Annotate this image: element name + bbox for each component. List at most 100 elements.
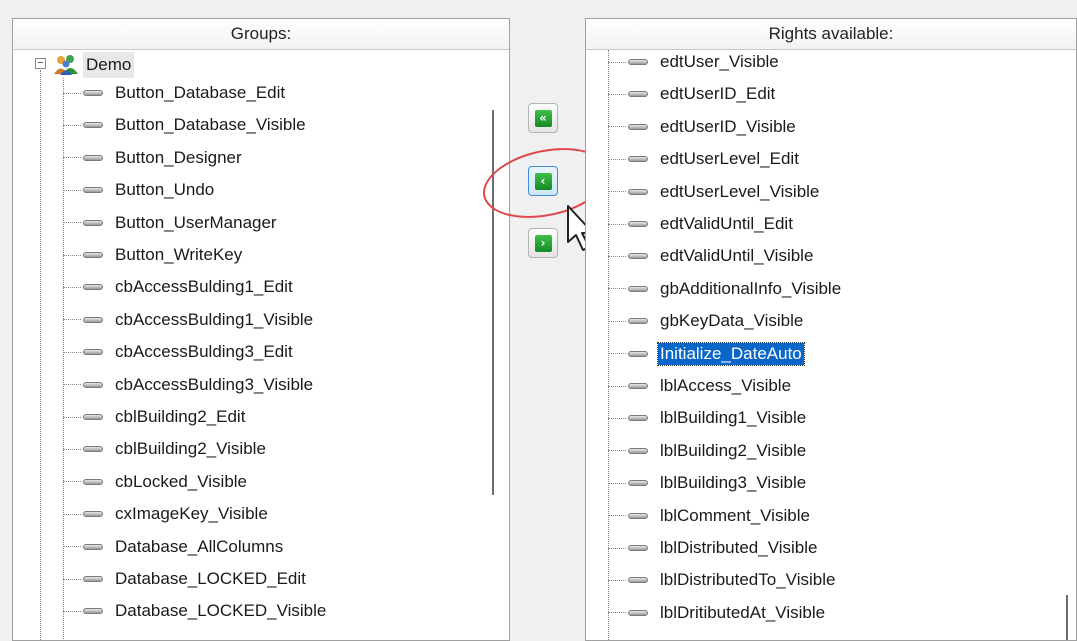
right-item-icon: [628, 221, 648, 227]
tree-connector: [608, 417, 626, 419]
groups-tree[interactable]: − Demo Button_Database_Edit Button_Databa…: [13, 50, 509, 640]
tree-item[interactable]: edtUser_Visible: [608, 50, 781, 78]
tree-connector: [608, 191, 626, 193]
tree-item[interactable]: Button_Designer: [63, 142, 244, 174]
move-right-button[interactable]: ›: [528, 228, 558, 258]
tree-item[interactable]: Database_LOCKED_Visible: [63, 595, 328, 627]
groups-header-label: Groups:: [230, 24, 292, 43]
tree-item[interactable]: cbAccessBulding3_Visible: [63, 369, 315, 401]
tree-item[interactable]: cblBuilding2_Visible: [63, 433, 268, 465]
tree-item[interactable]: edtUserID_Edit: [608, 78, 777, 110]
tree-item[interactable]: lblBuilding1_Visible: [608, 402, 808, 434]
tree-item[interactable]: lblDritibutedAt_Visible: [608, 597, 827, 629]
rights-scrollbar-thumb[interactable]: [1066, 595, 1068, 640]
rights-scrollbar[interactable]: [1058, 50, 1076, 640]
tree-item[interactable]: cbAccessBulding3_Edit: [63, 336, 295, 368]
tree-item[interactable]: Database_AllColumns: [63, 531, 285, 563]
tree-item-label: gbKeyData_Visible: [660, 311, 804, 331]
tree-item[interactable]: lblComment_Visible: [608, 500, 812, 532]
tree-connector: [608, 515, 626, 517]
tree-connector: [608, 126, 626, 128]
collapse-minus-icon[interactable]: −: [35, 58, 46, 69]
tree-item-label: cbAccessBulding1_Visible: [115, 309, 314, 329]
tree-root-line: [40, 70, 41, 640]
tree-item[interactable]: edtUserLevel_Visible: [608, 176, 821, 208]
right-item-icon: [628, 609, 648, 616]
right-item-icon: [628, 415, 648, 422]
tree-item-label: lblAccess_Visible: [660, 376, 792, 395]
right-item-icon: [628, 59, 648, 65]
tree-item-label: gbAdditionalInfo_Visible: [660, 278, 842, 298]
tree-item-label: Button_Database_Visible: [115, 115, 306, 135]
tree-item[interactable]: Button_UserManager: [63, 207, 279, 239]
tree-item-label: lblDistributed_Visible: [660, 538, 818, 557]
tree-item[interactable]: cbAccessBulding1_Edit: [63, 271, 295, 303]
group-users-icon: [54, 55, 78, 75]
tree-connector: [63, 189, 81, 191]
tree-item[interactable]: lblDistributed_Visible: [608, 532, 820, 564]
tree-item[interactable]: edtUserID_Visible: [608, 111, 798, 143]
tree-item[interactable]: lblBuilding2_Visible: [608, 435, 808, 467]
tree-item[interactable]: edtValidUntil_Edit: [608, 208, 795, 240]
tree-item-label: cbAccessBulding1_Edit: [115, 277, 293, 297]
tree-item-label: Button_Designer: [115, 147, 242, 167]
groups-scrollbar[interactable]: [491, 50, 509, 640]
right-item-icon: [628, 91, 648, 98]
tree-connector: [608, 353, 626, 355]
tree-connector: [63, 448, 81, 450]
tree-item[interactable]: edtUserLevel_Edit: [608, 143, 801, 175]
right-item-icon: [628, 577, 648, 584]
groups-tree-panel[interactable]: Groups: − Demo Button_Database_Edit Butto…: [12, 18, 510, 641]
tree-item[interactable]: Button_Database_Visible: [63, 109, 308, 141]
groups-scrollbar-thumb[interactable]: [492, 110, 494, 495]
tree-item[interactable]: cbAccessBulding1_Visible: [63, 304, 315, 336]
tree-item[interactable]: gbAdditionalInfo_Visible: [608, 273, 843, 305]
tree-item[interactable]: cxImageKey_Visible: [63, 498, 270, 530]
rights-tree[interactable]: edtUser_Visible edtUserID_Edit edtUserID_V…: [586, 50, 1076, 640]
tree-item[interactable]: Button_Undo: [63, 174, 216, 206]
move-all-left-button[interactable]: «: [528, 103, 558, 133]
right-item-icon: [628, 318, 648, 325]
tree-item-label: edtValidUntil_Edit: [660, 214, 793, 233]
tree-item[interactable]: cbLocked_Visible: [63, 466, 249, 498]
tree-connector: [608, 547, 626, 549]
tree-item[interactable]: Database_LOCKED_Edit: [63, 563, 308, 595]
window-top-strip: [0, 0, 1077, 10]
tree-item[interactable]: lblAccess_Visible: [608, 370, 793, 402]
tree-item[interactable]: cblBuilding2_Edit: [63, 401, 247, 433]
tree-connector: [608, 288, 626, 290]
right-item-icon: [628, 480, 648, 487]
tree-item[interactable]: lblDistributedTo_Visible: [608, 564, 837, 596]
tree-item-label: Button_UserManager: [115, 212, 277, 232]
right-item-icon: [83, 154, 103, 161]
tree-item-label: lblBuilding2_Visible: [660, 440, 807, 460]
tree-item[interactable]: gbKeyData_Visible: [608, 305, 805, 337]
tree-item-label: Initialize_DateAuto: [657, 341, 805, 366]
tree-item-label: edtUserID_Edit: [660, 84, 776, 104]
right-item-icon: [83, 316, 103, 323]
tree-item-label: Button_WriteKey: [115, 245, 243, 264]
tree-item[interactable]: edtValidUntil_Visible: [608, 240, 815, 272]
group-demo[interactable]: Demo: [83, 52, 135, 78]
tree-item-label: cblBuilding2_Visible: [115, 439, 266, 459]
tree-connector: [608, 385, 626, 387]
tree-connector: [63, 481, 81, 483]
right-item-icon: [83, 122, 103, 129]
tree-connector: [608, 223, 626, 225]
right-item-icon: [628, 545, 648, 551]
tree-connector: [608, 93, 626, 95]
tree-item-label: edtUser_Visible: [660, 52, 779, 71]
right-item-icon: [628, 512, 648, 519]
groups-header[interactable]: Groups:: [13, 19, 509, 50]
rights-header-label: Rights available:: [768, 24, 894, 43]
tree-item-selected[interactable]: Initialize_DateAuto: [608, 338, 805, 370]
right-item-icon: [83, 478, 103, 485]
tree-item[interactable]: Button_WriteKey: [63, 239, 244, 271]
tree-item[interactable]: Button_Database_Edit: [63, 77, 287, 109]
right-item-icon: [83, 543, 103, 550]
tree-item[interactable]: lblBuilding3_Visible: [608, 467, 808, 499]
rights-available-panel[interactable]: Rights available: edtUser_Visible edtUser…: [585, 18, 1077, 641]
right-item-icon: [83, 90, 103, 96]
rights-header[interactable]: Rights available:: [586, 19, 1076, 50]
tree-item-label: lblBuilding3_Visible: [660, 473, 807, 493]
